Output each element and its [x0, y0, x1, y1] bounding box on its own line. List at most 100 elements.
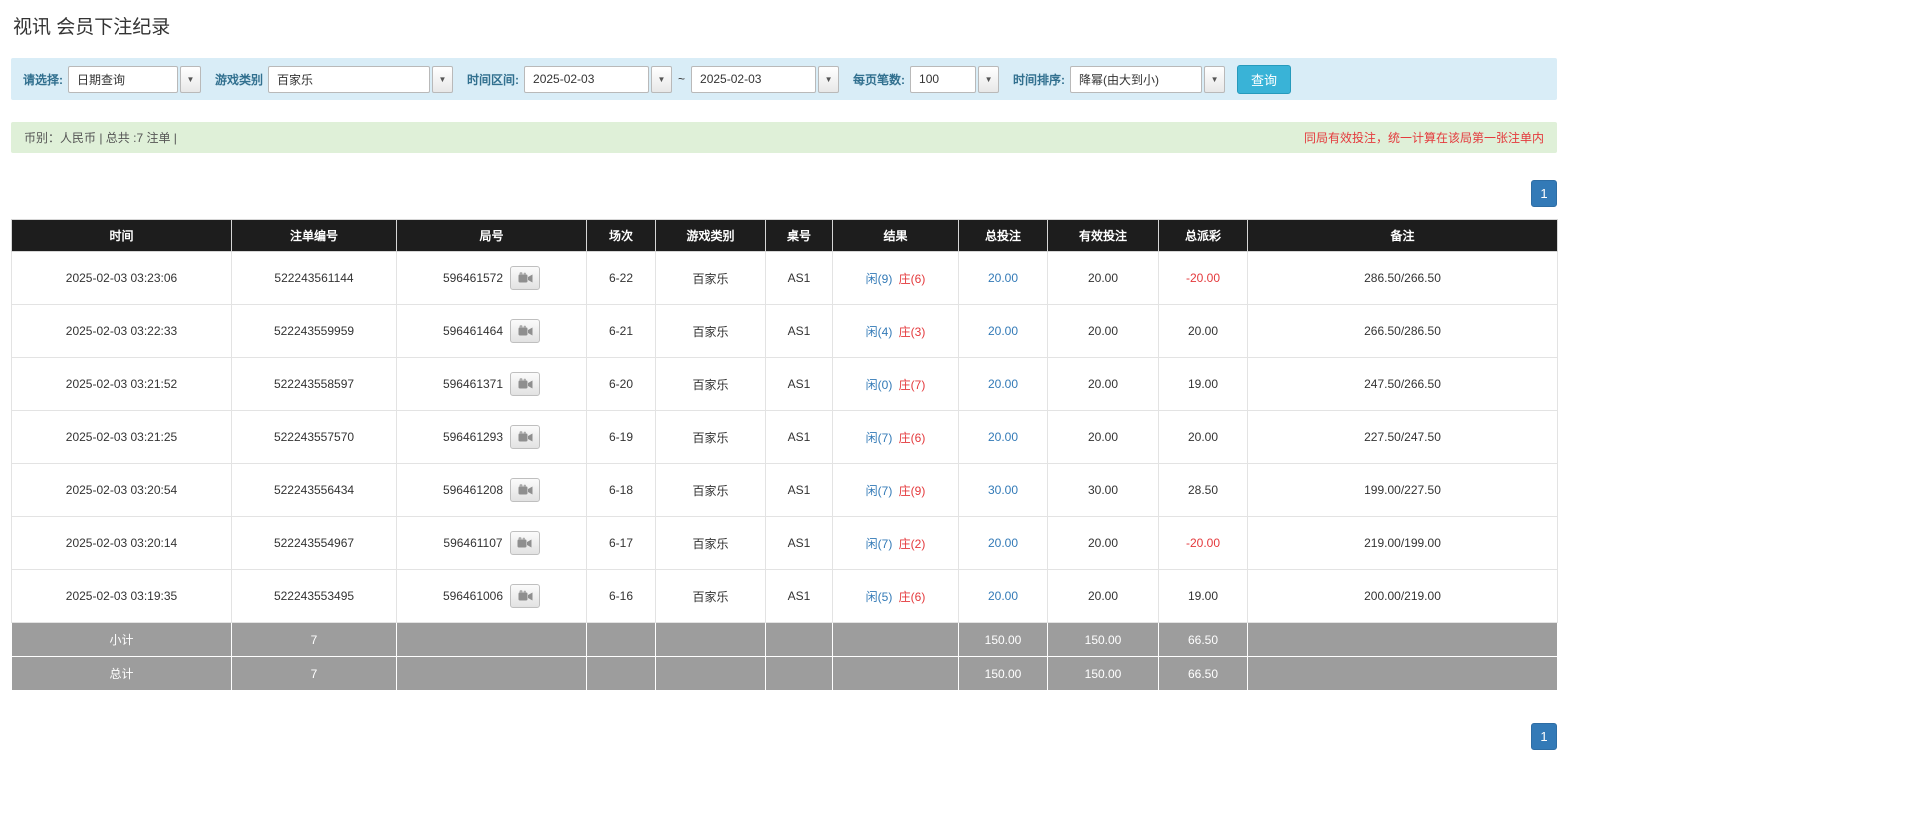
cell-note: 200.00/219.00 [1247, 569, 1558, 623]
video-replay-button[interactable] [510, 478, 541, 502]
column-header-bet-id: 注单编号 [231, 219, 397, 252]
table-body: 2025-02-03 03:23:06 522243561144 5964615… [11, 251, 1558, 623]
page-number-button[interactable]: 1 [1531, 723, 1557, 750]
page-number-button[interactable]: 1 [1531, 180, 1557, 207]
chevron-down-icon[interactable]: ▼ [818, 65, 840, 93]
cell-empty [655, 622, 766, 657]
game-type-value: 百家乐 [268, 65, 431, 93]
total-valid-bet: 150.00 [1047, 656, 1159, 691]
page-size-select[interactable]: 100 ▼ [910, 65, 1000, 93]
round-id-text: 596461293 [442, 430, 504, 444]
cell-empty [832, 656, 959, 691]
page-size-value: 100 [910, 65, 977, 93]
query-type-select[interactable]: 日期查询 ▼ [68, 65, 201, 93]
cell-time: 2025-02-03 03:19:35 [11, 569, 232, 623]
result-player: 闲(5) [865, 589, 893, 604]
column-header-table-no: 桌号 [765, 219, 833, 252]
total-bet-link[interactable]: 20.00 [988, 377, 1018, 391]
video-camera-icon [518, 325, 533, 336]
total-bet-link[interactable]: 20.00 [988, 536, 1018, 550]
date-to-select[interactable]: 2025-02-03 ▼ [691, 65, 840, 93]
date-from-select[interactable]: 2025-02-03 ▼ [524, 65, 673, 93]
cell-round-id: 596461464 [396, 304, 587, 358]
cell-round-id: 596461293 [396, 410, 587, 464]
cell-note: 247.50/266.50 [1247, 357, 1558, 411]
total-bet-link[interactable]: 20.00 [988, 271, 1018, 285]
cell-game-type: 百家乐 [655, 463, 766, 517]
video-camera-icon [518, 272, 533, 283]
cell-empty [1247, 656, 1558, 691]
video-replay-button[interactable] [510, 425, 541, 449]
video-replay-button[interactable] [510, 584, 541, 608]
cell-session: 6-18 [586, 463, 656, 517]
chevron-down-icon[interactable]: ▼ [432, 65, 454, 93]
result-banker: 庄(9) [898, 483, 926, 498]
cell-note: 286.50/266.50 [1247, 251, 1558, 305]
cell-table-no: AS1 [765, 410, 833, 464]
pagination-top: 1 [11, 180, 1557, 207]
total-bet-link[interactable]: 20.00 [988, 430, 1018, 444]
game-type-label: 游戏类别 [215, 72, 264, 87]
result-player: 闲(9) [865, 271, 893, 286]
subtotal-row: 小计 7 150.00 150.00 66.50 [11, 622, 1558, 657]
cell-table-no: AS1 [765, 251, 833, 305]
cell-round-id: 596461371 [396, 357, 587, 411]
cell-table-no: AS1 [765, 516, 833, 570]
cell-empty [586, 622, 656, 657]
cell-table-no: AS1 [765, 304, 833, 358]
cell-time: 2025-02-03 03:20:14 [11, 516, 232, 570]
search-button[interactable]: 查询 [1237, 64, 1292, 94]
chevron-down-icon[interactable]: ▼ [978, 65, 1000, 93]
result-player: 闲(4) [865, 324, 893, 339]
time-sort-select[interactable]: 降幂(由大到小) ▼ [1070, 65, 1226, 93]
video-camera-icon [518, 378, 533, 389]
game-type-select[interactable]: 百家乐 ▼ [268, 65, 454, 93]
total-total-bet: 150.00 [958, 656, 1048, 691]
video-replay-button[interactable] [510, 372, 541, 396]
total-bet-link[interactable]: 20.00 [988, 324, 1018, 338]
round-id-text: 596461572 [442, 271, 504, 285]
table-row: 2025-02-03 03:22:33 522243559959 5964614… [11, 304, 1558, 358]
video-replay-button[interactable] [509, 531, 540, 555]
cell-payout: -20.00 [1158, 516, 1248, 570]
cell-bet-id: 522243559959 [231, 304, 397, 358]
chevron-down-icon[interactable]: ▼ [180, 65, 201, 93]
video-camera-icon [517, 537, 532, 548]
result-player: 闲(0) [865, 377, 893, 392]
table-header-row: 时间 注单编号 局号 场次 游戏类别 桌号 结果 总投注 有效投注 总派彩 备注 [11, 219, 1558, 252]
video-camera-icon [518, 590, 533, 601]
video-replay-button[interactable] [510, 319, 541, 343]
cell-total-bet: 30.00 [958, 463, 1048, 517]
round-id-text: 596461208 [442, 483, 504, 497]
subtotal-total-bet: 150.00 [958, 622, 1048, 657]
total-bet-link[interactable]: 20.00 [988, 589, 1018, 603]
result-banker: 庄(7) [898, 377, 926, 392]
result-banker: 庄(2) [898, 536, 926, 551]
cell-session: 6-20 [586, 357, 656, 411]
cell-bet-id: 522243557570 [231, 410, 397, 464]
round-id-text: 596461464 [442, 324, 504, 338]
cell-game-type: 百家乐 [655, 304, 766, 358]
cell-session: 6-19 [586, 410, 656, 464]
column-header-session: 场次 [586, 219, 656, 252]
currency-total-text: 币别：人民币 | 总共 :7 注单 | [24, 131, 177, 145]
cell-result: 闲(4) 庄(3) [832, 304, 959, 358]
total-bet-link[interactable]: 30.00 [988, 483, 1018, 497]
cell-note: 199.00/227.50 [1247, 463, 1558, 517]
chevron-down-icon[interactable]: ▼ [651, 65, 673, 93]
cell-table-no: AS1 [765, 569, 833, 623]
video-camera-icon [518, 484, 533, 495]
column-header-total-bet: 总投注 [958, 219, 1048, 252]
table-row: 2025-02-03 03:23:06 522243561144 5964615… [11, 251, 1558, 305]
table-row: 2025-02-03 03:21:25 522243557570 5964612… [11, 410, 1558, 464]
cell-bet-id: 522243556434 [231, 463, 397, 517]
video-replay-button[interactable] [510, 266, 541, 290]
cell-empty [655, 656, 766, 691]
cell-payout: 19.00 [1158, 357, 1248, 411]
chevron-down-icon[interactable]: ▼ [1204, 65, 1226, 93]
summary-bar: 币别：人民币 | 总共 :7 注单 | 同局有效投注，统一计算在该局第一张注单内 [11, 122, 1557, 153]
table-row: 2025-02-03 03:21:52 522243558597 5964613… [11, 357, 1558, 411]
cell-empty [765, 656, 833, 691]
cell-total-bet: 20.00 [958, 516, 1048, 570]
cell-valid-bet: 20.00 [1047, 251, 1159, 305]
